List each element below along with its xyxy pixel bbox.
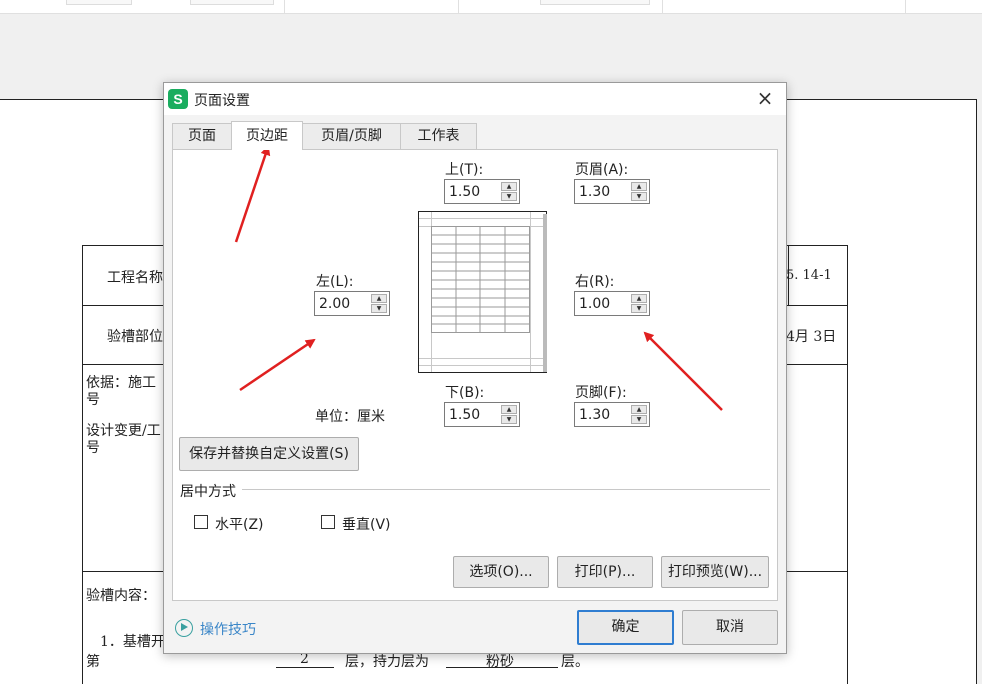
tab-header-footer[interactable]: 页眉/页脚 (302, 123, 401, 149)
footer-margin-label: 页脚(F): (575, 385, 627, 401)
cancel-button[interactable]: 取消 (682, 610, 778, 645)
spin-up-icon[interactable]: ▲ (371, 294, 387, 303)
tips-link[interactable]: 操作技巧 (200, 619, 256, 639)
layer-suffix: 层。 (561, 654, 589, 670)
print-button[interactable]: 打印(P)... (557, 556, 653, 588)
center-vertical-label[interactable]: 垂直(V) (342, 514, 391, 534)
layer-text: 层，持力层为 (345, 654, 429, 670)
left-margin-label: 左(L): (316, 274, 354, 290)
code-cell: 5. 14-1 (786, 268, 832, 283)
title-bar[interactable]: S 页面设置 × (164, 83, 786, 115)
save-custom-settings-button[interactable]: 保存并替换自定义设置(S) (179, 437, 359, 471)
left-margin-spinner[interactable]: ▲▼ (314, 291, 390, 316)
toolbar-separator (458, 0, 459, 14)
project-name-cell: 工程名称 (107, 270, 163, 286)
margin-guide (419, 358, 543, 359)
print-preview-button[interactable]: 打印预览(W)... (661, 556, 769, 588)
toolbar-separator (905, 0, 906, 14)
top-margin-input[interactable] (445, 180, 501, 203)
header-margin-spinner[interactable]: ▲▼ (574, 179, 650, 204)
options-button[interactable]: 选项(O)... (453, 556, 549, 588)
number-text: 号 (86, 392, 100, 408)
row-prefix: 第 (86, 654, 100, 670)
left-margin-input[interactable] (315, 292, 371, 315)
background-toolbar (0, 0, 982, 14)
tab-worksheet[interactable]: 工作表 (400, 123, 477, 149)
preview-grid (431, 226, 530, 333)
margin-guide (419, 365, 543, 366)
spin-up-icon[interactable]: ▲ (631, 405, 647, 414)
center-horizontal-checkbox[interactable] (194, 515, 208, 529)
number-text: 号 (86, 440, 100, 456)
dialog-title: 页面设置 (194, 93, 250, 109)
bottom-margin-spinner[interactable]: ▲▼ (444, 402, 520, 427)
header-margin-label: 页眉(A): (575, 162, 629, 178)
spin-down-icon[interactable]: ▼ (501, 415, 517, 424)
spin-down-icon[interactable]: ▼ (371, 304, 387, 313)
spin-up-icon[interactable]: ▲ (501, 405, 517, 414)
date-cell: 4月 3日 (786, 329, 837, 345)
right-margin-input[interactable] (575, 292, 631, 315)
footer-margin-spinner[interactable]: ▲▼ (574, 402, 650, 427)
toolbar-button[interactable] (540, 0, 650, 5)
right-margin-spinner[interactable]: ▲▼ (574, 291, 650, 316)
center-horizontal-label[interactable]: 水平(Z) (215, 514, 264, 534)
preview-shadow (543, 214, 547, 372)
spin-up-icon[interactable]: ▲ (631, 294, 647, 303)
toolbar-separator (284, 0, 285, 14)
tab-page[interactable]: 页面 (172, 123, 232, 149)
spin-down-icon[interactable]: ▼ (631, 192, 647, 201)
underline (446, 667, 558, 668)
toolbar-separator (662, 0, 663, 14)
toolbar-button[interactable] (190, 0, 274, 5)
spin-down-icon[interactable]: ▼ (631, 415, 647, 424)
tab-margins[interactable]: 页边距 (231, 121, 303, 150)
margin-guide (530, 212, 531, 372)
ok-button[interactable]: 确定 (577, 610, 674, 645)
spin-up-icon[interactable]: ▲ (631, 182, 647, 191)
page-preview (418, 211, 547, 373)
footer-margin-input[interactable] (575, 403, 631, 426)
soil-type: 粉砂 (486, 654, 514, 670)
center-vertical-checkbox[interactable] (321, 515, 335, 529)
bottom-margin-input[interactable] (445, 403, 501, 426)
spin-down-icon[interactable]: ▼ (501, 192, 517, 201)
close-icon[interactable]: × (752, 87, 778, 111)
play-circle-icon[interactable] (175, 619, 193, 637)
header-margin-input[interactable] (575, 180, 631, 203)
underline (276, 667, 334, 668)
top-margin-spinner[interactable]: ▲▼ (444, 179, 520, 204)
right-margin-label: 右(R): (575, 274, 615, 290)
spin-up-icon[interactable]: ▲ (501, 182, 517, 191)
margin-guide (419, 218, 543, 219)
content-heading: 验槽内容： (86, 588, 156, 604)
item-1-text: 1．基槽开 (100, 634, 165, 650)
bottom-margin-label: 下(B): (445, 385, 485, 401)
inspection-part-cell: 验槽部位 (107, 329, 163, 345)
toolbar-button[interactable] (66, 0, 132, 5)
top-margin-label: 上(T): (445, 162, 484, 178)
app-logo-icon: S (168, 89, 188, 109)
group-divider (242, 489, 770, 490)
unit-label: 单位：厘米 (315, 409, 385, 425)
center-group-title: 居中方式 (180, 484, 236, 500)
spin-down-icon[interactable]: ▼ (631, 304, 647, 313)
page-setup-dialog: S 页面设置 × 页面 页边距 页眉/页脚 工作表 上(T): ▲▼ 页眉(A)… (163, 82, 787, 654)
